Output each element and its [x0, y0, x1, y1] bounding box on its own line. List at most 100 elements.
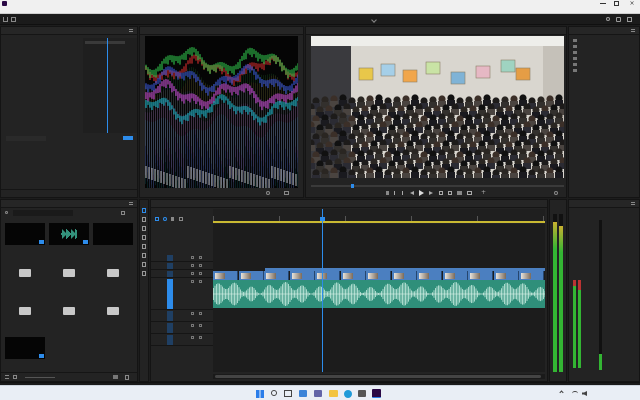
media-item[interactable]	[93, 299, 133, 333]
timeline-playhead[interactable]	[322, 209, 323, 372]
store-icon[interactable]	[358, 390, 366, 397]
volume-icon[interactable]	[582, 391, 587, 396]
timeline-scrollbar[interactable]	[213, 374, 545, 379]
selection-tool-icon[interactable]	[142, 208, 146, 213]
razor-tool-icon[interactable]	[142, 235, 146, 240]
eye-icon[interactable]	[191, 264, 194, 267]
in-point-icon[interactable]	[394, 191, 397, 195]
track-target[interactable]	[167, 263, 173, 269]
zoom-slider[interactable]	[25, 377, 55, 378]
compare-view-icon[interactable]	[467, 191, 472, 195]
lock-icon[interactable]	[199, 272, 202, 275]
media-item[interactable]	[5, 261, 45, 295]
program-playhead[interactable]	[351, 184, 354, 188]
maximize-button[interactable]	[610, 0, 624, 7]
scope-settings-icon[interactable]	[266, 191, 270, 195]
track-target[interactable]	[167, 311, 173, 321]
right-panel-menu-icon[interactable]	[631, 29, 635, 32]
scope-clamp-icon[interactable]	[284, 191, 289, 195]
export-frame-icon[interactable]	[457, 191, 462, 195]
media-item[interactable]	[49, 299, 89, 333]
program-scrub-bar[interactable]	[311, 184, 564, 188]
fullscreen-icon[interactable]	[627, 17, 632, 22]
list-view-icon[interactable]	[5, 375, 9, 379]
premiere-taskbar-icon[interactable]	[372, 389, 381, 398]
lock-icon[interactable]	[199, 324, 202, 327]
media-item[interactable]	[93, 261, 133, 295]
mute-icon[interactable]	[191, 336, 194, 339]
import-icon[interactable]	[11, 17, 16, 22]
panel-menu-icon[interactable]	[129, 29, 133, 32]
edge-icon[interactable]	[344, 390, 352, 398]
widgets-icon[interactable]	[299, 390, 307, 397]
slip-tool-icon[interactable]	[142, 244, 146, 249]
marker-icon[interactable]	[386, 191, 389, 195]
network-icon[interactable]	[572, 391, 578, 396]
eye-icon[interactable]	[191, 272, 194, 275]
mute-icon[interactable]	[191, 324, 194, 327]
track-area[interactable]	[213, 224, 545, 372]
timeline-scroll-thumb[interactable]	[215, 375, 541, 378]
task-view-icon[interactable]	[284, 390, 292, 397]
media-item[interactable]	[5, 337, 45, 371]
lock-icon[interactable]	[199, 280, 202, 283]
lock-icon[interactable]	[199, 256, 202, 259]
chat-icon[interactable]	[314, 390, 322, 397]
media-item[interactable]	[49, 261, 89, 295]
notification-icon[interactable]	[616, 17, 621, 22]
program-video-frame[interactable]	[311, 36, 564, 178]
video-track-header[interactable]	[151, 262, 213, 270]
project-menu-icon[interactable]	[129, 202, 133, 205]
audio-mixer-menu-icon[interactable]	[631, 202, 635, 205]
hand-tool-icon[interactable]	[142, 262, 146, 267]
audio-track-header[interactable]	[151, 278, 213, 310]
lift-icon[interactable]	[439, 191, 443, 195]
project-new-item-icon[interactable]	[121, 211, 125, 215]
start-icon[interactable]	[256, 390, 264, 398]
track-select-icon[interactable]	[142, 217, 146, 222]
video-track-header[interactable]	[151, 254, 213, 262]
lock-icon[interactable]	[199, 312, 202, 315]
tray-chevron-icon[interactable]	[559, 390, 564, 395]
media-item[interactable]	[5, 223, 45, 257]
icon-view-icon[interactable]	[13, 375, 17, 379]
play-icon[interactable]	[419, 190, 424, 196]
effect-keyframe-area[interactable]	[83, 38, 137, 133]
add-button-icon[interactable]: +	[481, 190, 486, 196]
keyframe-playhead[interactable]	[107, 38, 108, 133]
ripple-edit-icon[interactable]	[142, 226, 146, 231]
step-back-icon[interactable]	[410, 191, 414, 195]
step-forward-icon[interactable]	[429, 191, 433, 195]
audio-clip-strip[interactable]	[213, 280, 545, 308]
mute-icon[interactable]	[191, 312, 194, 315]
linked-selection-icon[interactable]	[163, 217, 167, 221]
track-target[interactable]	[167, 335, 173, 345]
track-target[interactable]	[167, 271, 173, 277]
audio-track-header[interactable]	[151, 322, 213, 334]
minimize-button[interactable]	[596, 0, 610, 7]
file-explorer-icon[interactable]	[329, 390, 338, 397]
new-bin-icon[interactable]	[113, 375, 118, 379]
media-item[interactable]	[5, 299, 45, 333]
audio-track-header[interactable]	[151, 334, 213, 346]
video-track-header[interactable]	[151, 270, 213, 278]
workspace-menu-icon[interactable]	[371, 17, 377, 23]
media-item[interactable]	[49, 223, 89, 257]
work-area-bar[interactable]	[213, 221, 545, 223]
track-target[interactable]	[167, 255, 173, 261]
type-tool-icon[interactable]	[142, 271, 146, 276]
track-target[interactable]	[167, 279, 173, 309]
audio-track-header[interactable]	[151, 310, 213, 322]
extract-icon[interactable]	[448, 191, 452, 195]
out-point-icon[interactable]	[400, 191, 403, 195]
home-icon[interactable]	[3, 17, 8, 22]
add-marker-icon[interactable]	[171, 217, 174, 221]
pen-tool-icon[interactable]	[142, 253, 146, 258]
lock-icon[interactable]	[199, 336, 202, 339]
close-button[interactable]: ×	[625, 0, 639, 7]
timeline-playhead-handle[interactable]	[320, 217, 325, 221]
media-item[interactable]	[93, 223, 133, 257]
program-settings-icon[interactable]	[554, 191, 558, 195]
track-target[interactable]	[167, 323, 173, 333]
eye-icon[interactable]	[191, 256, 194, 259]
